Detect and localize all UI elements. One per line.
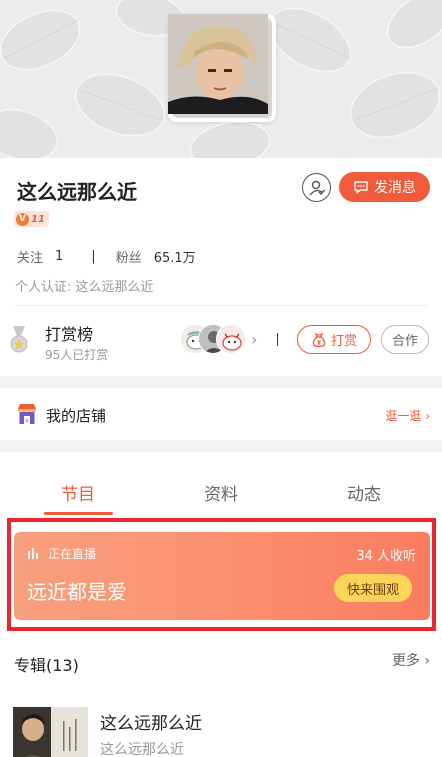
live-status-label: 正在直播 [48,547,97,561]
reward-ranking-row[interactable]: 打赏榜 95人已打赏 › 打赏 合作 [0,306,442,372]
tab-programs[interactable]: 节目 [38,480,118,505]
tab-activity[interactable]: 动态 [324,480,404,505]
follow-stats: 关注 1 | 粉丝 65.1万 [17,247,196,266]
section-gap [0,376,442,388]
reward-count: 95人已打赏 [45,348,109,362]
tip-button[interactable]: 打赏 [297,325,371,354]
chevron-right-icon: › [425,409,430,423]
profile-header-background [0,0,442,158]
tipper-avatar [216,324,246,354]
equalizer-icon [28,548,38,559]
active-tab-indicator [44,512,113,515]
avatar[interactable] [168,14,276,122]
chevron-right-icon: › [424,653,430,669]
browse-store-label: 逛一逛 [385,409,422,423]
live-status: 正在直播 [28,545,96,562]
live-title: 远近都是爱 [27,580,127,604]
join-live-button[interactable]: 快来围观 [334,574,412,602]
top-tippers-avatars[interactable] [180,324,246,354]
tip-bag-icon [312,331,326,347]
divider [277,333,278,346]
tip-label: 打赏 [330,334,357,349]
cooperation-button[interactable]: 合作 [381,325,429,354]
fans-label[interactable]: 粉丝 [116,247,142,266]
stats-divider: | [91,249,96,264]
album-subtitle: 这么远那么近 [100,742,184,757]
avatar-photo [168,14,272,118]
album-header: 专辑(13) 更多 › [0,640,442,680]
chevron-right-icon: › [251,330,258,349]
album-section-title: 专辑(13) [14,656,79,675]
vip-level-number: 11 [31,213,45,225]
tab-profile-info[interactable]: 资料 [181,480,261,505]
send-message-button[interactable]: 发消息 [339,172,430,202]
fans-count[interactable]: 65.1万 [154,247,196,266]
my-store-label: 我的店铺 [46,407,107,425]
listener-count: 34 人收听 [356,549,416,564]
album-more-label: 更多 [391,653,420,669]
chat-bubble-icon [354,180,368,194]
svg-text:¥: ¥ [25,419,28,425]
vip-level-badge: V 11 [14,211,49,227]
profile-tabs: 节目 资料 动态 [0,452,442,516]
send-message-label: 发消息 [374,180,416,196]
vip-icon: V [16,212,29,226]
browse-store-link[interactable]: 逛一逛 › [385,407,430,424]
medal-icon [10,326,28,353]
store-icon: ¥ [18,404,36,425]
album-name: 这么远那么近 [100,714,202,734]
follow-count[interactable]: 1 [55,249,63,264]
profile-section: 这么远那么近 发消息 V 11 关注 1 | 粉丝 65.1万 个人认证: 这么… [0,158,442,376]
reward-ranking-title: 打赏榜 [45,325,94,344]
follow-button[interactable] [302,173,331,202]
profile-name: 这么远那么近 [17,180,137,204]
certification-text: 个人认证: 这么远那么近 [15,280,154,295]
live-broadcast-card[interactable]: 正在直播 34 人收听 远近都是爱 快来围观 [14,532,430,620]
follow-label[interactable]: 关注 [17,247,43,266]
my-store-row[interactable]: ¥ 我的店铺 逛一逛 › [0,388,442,440]
album-more-link[interactable]: 更多 › [392,650,430,670]
album-list-item[interactable]: 这么远那么近 这么远那么近 [0,700,442,757]
section-gap [0,440,442,452]
follow-user-icon [308,180,325,195]
album-cover [13,707,88,757]
